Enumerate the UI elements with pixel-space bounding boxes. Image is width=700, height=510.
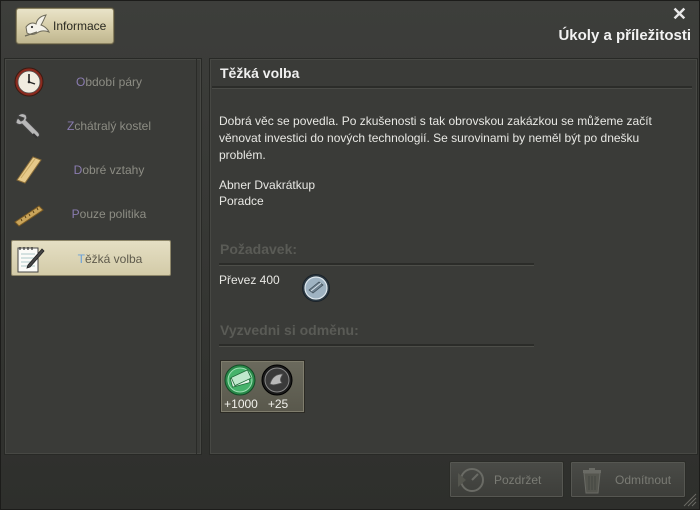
reject-label: Odmítnout xyxy=(615,473,672,487)
money-coin-icon xyxy=(224,364,256,396)
prestige-coin-icon xyxy=(261,364,293,396)
reject-button[interactable]: Odmítnout xyxy=(570,461,686,498)
sidebar-item-zchatraly-kostel[interactable]: Zchátralý kostel xyxy=(11,108,171,144)
sidebar-item-dobre-vztahy[interactable]: Dobré vztahy xyxy=(11,152,171,188)
sidebar-item-tezka-volba[interactable]: Těžká volba xyxy=(11,240,171,276)
sidebar-item-label: Těžká volba xyxy=(77,252,143,266)
quest-description: Dobrá věc se povedla. Po zkušenosti s ta… xyxy=(219,114,652,162)
requirement-heading: Požadavek: xyxy=(220,241,298,257)
reward-prestige-value: +25 xyxy=(267,397,289,411)
trash-icon xyxy=(583,468,601,494)
author-name: Abner Dvakrátkup xyxy=(219,178,316,192)
reward-box: +1000 +25 xyxy=(220,360,305,413)
quest-signature: Abner Dvakrátkup Poradce xyxy=(219,177,315,209)
requirement-divider xyxy=(219,263,534,266)
window-header: Informace ✕ Úkoly a příležitosti xyxy=(1,1,699,53)
quest-list: Období páry Zchátralý kostel Dobré vztah… xyxy=(4,58,202,455)
sidebar-item-label: Období páry xyxy=(75,75,143,89)
sidebar-item-label: Pouze politika xyxy=(71,207,147,221)
sidebar-item-label: Zchátralý kostel xyxy=(66,119,152,133)
steel-coin-icon xyxy=(302,274,330,302)
info-button-label: Informace xyxy=(53,19,107,33)
bird-icon xyxy=(24,14,51,37)
quest-title: Těžká volba xyxy=(220,65,300,81)
title-divider xyxy=(212,86,692,89)
quest-detail: Těžká volba Dobrá věc se povedla. Po zku… xyxy=(209,58,698,455)
author-role: Poradce xyxy=(219,194,264,208)
sidebar-divider xyxy=(196,59,197,454)
sidebar-item-pouze-politika[interactable]: Pouze politika xyxy=(11,196,171,232)
postpone-label: Pozdržet xyxy=(494,473,542,487)
sidebar-item-label: Dobré vztahy xyxy=(73,163,145,177)
quests-window: Informace ✕ Úkoly a příležitosti Období … xyxy=(0,0,700,510)
reward-prestige: +25 xyxy=(260,364,296,412)
sidebar-item-obdobi-pary[interactable]: Období páry xyxy=(11,64,171,100)
reward-heading: Vyzvedni si odměnu: xyxy=(220,322,359,338)
reward-money: +1000 xyxy=(223,364,259,412)
reward-divider xyxy=(219,344,534,347)
window-title: Úkoly a příležitosti xyxy=(558,27,691,44)
info-button[interactable]: Informace xyxy=(16,8,114,44)
gauge-icon xyxy=(458,468,484,492)
requirement-text: Převez 400 xyxy=(219,273,280,287)
resize-grip-icon[interactable] xyxy=(683,493,697,507)
close-icon[interactable]: ✕ xyxy=(672,5,687,23)
postpone-button[interactable]: Pozdržet xyxy=(449,461,564,498)
